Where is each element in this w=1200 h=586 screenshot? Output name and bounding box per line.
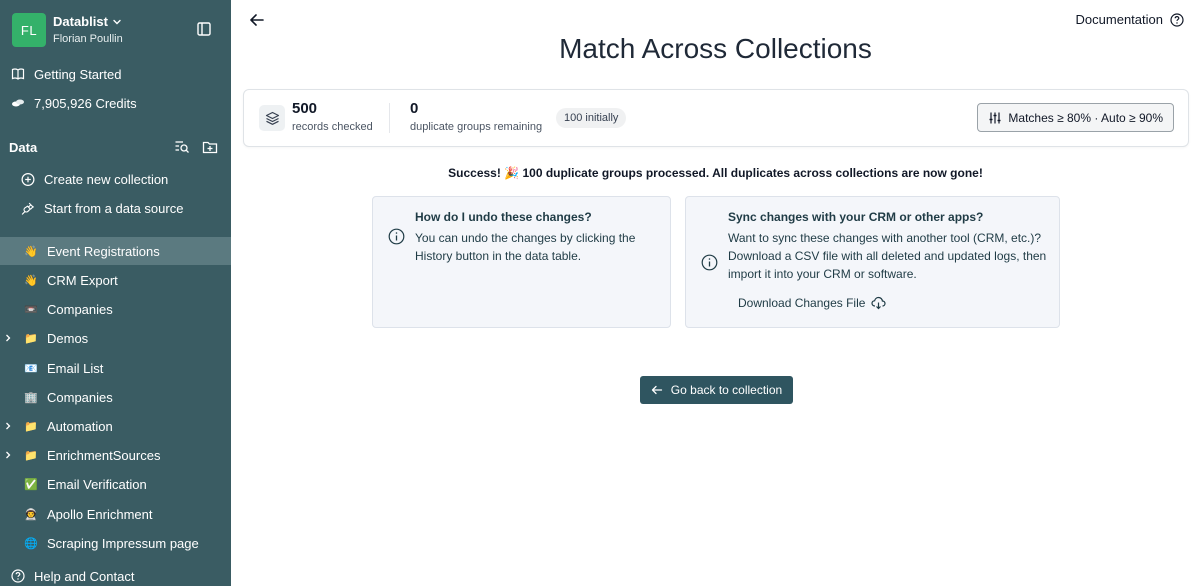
sidebar-item-email-verification[interactable]: ✅ Email Verification — [0, 470, 231, 498]
coins-icon — [11, 96, 25, 110]
sidebar-folder-demos[interactable]: 📁 Demos — [0, 324, 231, 352]
sidebar-item-label: Create new collection — [44, 171, 169, 187]
sidebar-folder-automation[interactable]: 📁 Automation — [0, 412, 231, 440]
card-title: How do I undo these changes? — [415, 210, 592, 224]
sliders-icon — [989, 112, 1001, 123]
help-circle-icon — [11, 569, 25, 583]
divider — [389, 103, 390, 133]
search-list-icon[interactable] — [174, 139, 190, 155]
chevron-right-icon[interactable] — [4, 334, 12, 342]
emoji-icon: 🏢 — [24, 391, 38, 404]
sidebar-item-label: Demos — [47, 330, 89, 346]
sidebar-item-label: CRM Export — [47, 272, 118, 288]
undo-info-card: How do I undo these changes? You can und… — [372, 196, 671, 328]
card-body: You can undo the changes by clicking the… — [415, 231, 636, 263]
sync-info-card: Sync changes with your CRM or other apps… — [685, 196, 1060, 328]
emoji-icon: 📼 — [24, 303, 38, 316]
sidebar-collapse-icon[interactable] — [196, 21, 212, 37]
chevron-down-icon — [113, 19, 121, 24]
sidebar-item-label: Event Registrations — [47, 243, 160, 259]
create-new-collection-button[interactable]: Create new collection — [0, 165, 231, 193]
start-from-data-source-button[interactable]: Start from a data source — [0, 194, 231, 222]
folder-icon: 📁 — [24, 332, 38, 345]
info-icon — [701, 254, 718, 271]
page-title: Match Across Collections — [559, 33, 872, 64]
sidebar-item-label: Apollo Enrichment — [47, 506, 153, 522]
user-name: Florian Poullin — [53, 33, 123, 45]
layers-icon — [259, 105, 285, 131]
sidebar-item-getting-started[interactable]: Getting Started — [0, 60, 231, 88]
success-message: Success! 🎉 100 duplicate groups processe… — [448, 166, 983, 180]
sidebar-item-credits[interactable]: 7,905,926 Credits — [0, 89, 231, 117]
sidebar-item-email-list[interactable]: 📧 Email List — [0, 354, 231, 382]
sidebar-item-label: Help and Contact — [34, 568, 135, 584]
back-arrow-icon[interactable] — [248, 11, 266, 29]
avatar: FL — [12, 13, 46, 47]
sidebar-item-label: Start from a data source — [44, 200, 184, 216]
card-title: Sync changes with your CRM or other apps… — [728, 210, 984, 224]
documentation-link[interactable]: Documentation — [1076, 12, 1184, 27]
help-and-contact-link[interactable]: Help and Contact — [0, 562, 231, 586]
workspace-switcher[interactable]: FL Datablist Florian Poullin — [12, 13, 222, 49]
sidebar-item-label: Getting Started — [34, 66, 122, 82]
folder-icon: 📁 — [24, 420, 38, 433]
sidebar-item-companies-2[interactable]: 🏢 Companies — [0, 383, 231, 411]
groups-remaining-stat: 0 duplicate groups remaining — [410, 100, 543, 133]
workspace-name: Datablist — [53, 14, 108, 29]
matching-settings-button[interactable]: Matches ≥ 80% · Auto ≥ 90% — [977, 103, 1174, 132]
sidebar-item-label: Companies — [47, 389, 113, 405]
sidebar-item-crm-export[interactable]: 👋 CRM Export — [0, 266, 231, 294]
sidebar-item-label: Scraping Impressum page — [47, 535, 199, 551]
records-checked-stat: 500 records checked — [292, 100, 373, 133]
sidebar-item-apollo-enrichment[interactable]: 👨‍🚀 Apollo Enrichment — [0, 500, 231, 528]
sidebar-item-scraping-impressum[interactable]: 🌐 Scraping Impressum page — [0, 529, 231, 557]
emoji-icon: 👋 — [24, 245, 38, 258]
book-icon — [11, 67, 25, 81]
download-changes-link[interactable]: Download Changes File — [738, 296, 887, 310]
sidebar-item-event-registrations[interactable]: 👋 Event Registrations — [0, 237, 231, 265]
info-icon — [388, 228, 405, 245]
arrow-left-icon — [651, 385, 662, 395]
sidebar-item-label: Automation — [47, 418, 113, 434]
sidebar-item-label: 7,905,926 Credits — [34, 95, 137, 111]
plus-circle-icon — [21, 172, 35, 186]
sidebar-item-companies[interactable]: 📼 Companies — [0, 295, 231, 323]
sidebar-folder-enrichmentsources[interactable]: 📁 EnrichmentSources — [0, 441, 231, 469]
sidebar-item-label: EnrichmentSources — [47, 447, 161, 463]
go-back-to-collection-button[interactable]: Go back to collection — [640, 376, 793, 404]
emoji-icon: 👋 — [24, 274, 38, 287]
initially-badge: 100 initially — [556, 108, 627, 128]
stats-bar: 500 records checked 0 duplicate groups r… — [243, 89, 1189, 147]
chevron-right-icon[interactable] — [4, 451, 12, 459]
folder-icon: 📁 — [24, 449, 38, 462]
sidebar-item-label: Companies — [47, 301, 113, 317]
plug-icon — [21, 201, 35, 215]
sidebar: FL Datablist Florian Poullin Getting Sta… — [0, 0, 231, 586]
emoji-icon: 👨‍🚀 — [24, 508, 38, 521]
card-body: Want to sync these changes with another … — [728, 231, 1047, 281]
data-section-heading: Data — [9, 140, 221, 156]
sidebar-item-label: Email Verification — [47, 476, 147, 492]
chevron-right-icon[interactable] — [4, 422, 12, 430]
new-folder-icon[interactable] — [202, 139, 218, 155]
help-circle-icon — [1170, 12, 1184, 27]
cloud-download-icon — [871, 296, 887, 310]
emoji-icon: 📧 — [24, 362, 38, 375]
emoji-icon: 🌐 — [24, 537, 38, 550]
emoji-icon: ✅ — [24, 478, 38, 491]
sidebar-item-label: Email List — [47, 360, 104, 376]
